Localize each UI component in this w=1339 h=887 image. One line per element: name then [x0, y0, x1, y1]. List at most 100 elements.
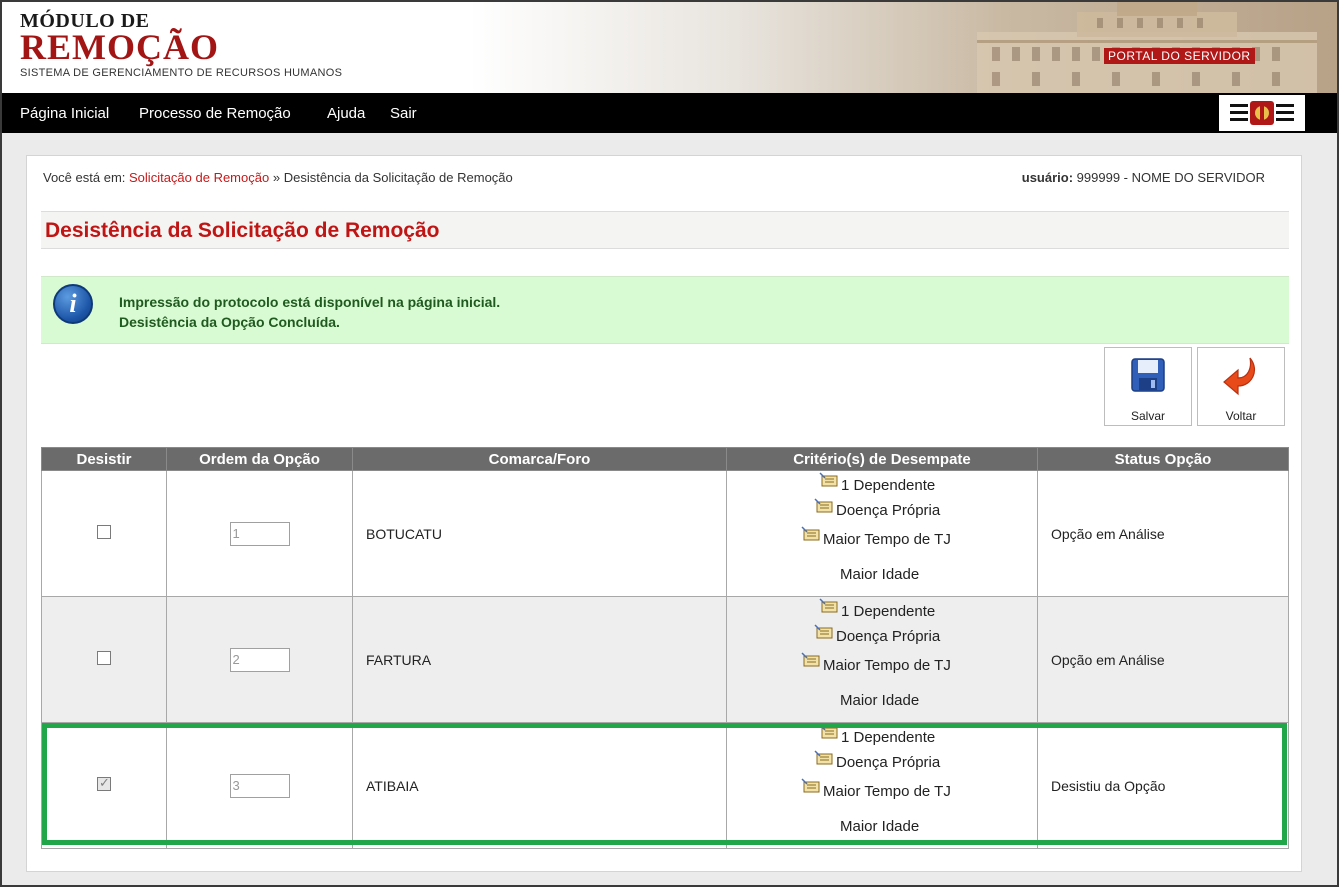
nav-item-ajuda[interactable]: Ajuda [327, 105, 365, 122]
main-nav: Página Inicial Processo de Remoção Ajuda… [2, 93, 1337, 133]
criteria-label: 1 Dependente [841, 476, 936, 494]
floppy-disk-icon [1131, 358, 1165, 392]
criteria-label: Doença Própria [836, 501, 941, 519]
title-bar: Desistência da Solicitação de Remoção [41, 211, 1289, 249]
criteria-item: Maior Idade [840, 818, 919, 835]
header-status: Status Opção [1037, 447, 1289, 471]
desistir-checkbox[interactable] [97, 525, 111, 539]
logo-subtitle: SISTEMA DE GERENCIAMENTO DE RECURSOS HUM… [20, 67, 343, 79]
breadcrumb-separator: » [272, 170, 281, 185]
criteria-item: Maior Idade [840, 692, 919, 709]
back-button[interactable]: Voltar [1197, 347, 1285, 426]
nav-item-processo-remocao[interactable]: Processo de Remoção [139, 105, 291, 122]
criteria-document-icon [814, 623, 834, 642]
ordem-cell: 1 [166, 470, 353, 597]
comarca-cell: FARTURA [352, 596, 727, 723]
info-message-line1: Impressão do protocolo está disponível n… [119, 294, 501, 310]
criteria-item: Doença Própria [814, 623, 941, 645]
desistir-checkbox[interactable] [97, 651, 111, 665]
criterios-cell: 1 Dependente Doença Própria Maior Tempo de… [726, 596, 1038, 723]
criteria-document-icon [814, 749, 834, 768]
info-message-text: Impressão do protocolo está disponível n… [119, 292, 500, 332]
criteria-label: Doença Própria [836, 753, 941, 771]
breadcrumb-link-solicitacao[interactable]: Solicitação de Remoção [129, 170, 269, 185]
options-table: Desistir Ordem da Opção Comarca/Foro Cri… [41, 447, 1289, 849]
criterios-cell: 1 Dependente Doença Própria Maior Tempo de… [726, 470, 1038, 597]
ordem-input[interactable]: 1 [229, 521, 290, 546]
criterios-cell: 1 Dependente Doença Própria Maior Tempo de… [726, 722, 1038, 849]
criteria-item: Maior Tempo de TJ [801, 777, 951, 800]
table-header-row: Desistir Ordem da Opção Comarca/Foro Cri… [41, 447, 1289, 471]
criteria-label: Maior Idade [840, 691, 920, 709]
criteria-item: 1 Dependente [819, 471, 936, 494]
criteria-label: Doença Própria [836, 627, 941, 645]
status-cell: Opção em Análise [1037, 596, 1289, 723]
criteria-label: 1 Dependente [841, 602, 936, 620]
criteria-item: Maior Tempo de TJ [801, 525, 951, 548]
portal-servidor-link[interactable]: PORTAL DO SERVIDOR [1104, 48, 1255, 64]
criteria-document-icon [819, 597, 839, 617]
tj-emblem-icon [1230, 101, 1294, 125]
info-message-line2: Desistência da Opção Concluída. [119, 314, 340, 330]
comarca-cell: ATIBAIA [352, 722, 727, 849]
criteria-document-icon [819, 471, 839, 491]
info-message-box: i Impressão do protocolo está disponível… [41, 276, 1289, 344]
user-value: 999999 - NOME DO SERVIDOR [1076, 170, 1265, 185]
criteria-list: 1 Dependente Doença Própria Maior Tempo de… [727, 471, 1037, 596]
breadcrumb: Você está em: Solicitação de Remoção » D… [43, 170, 513, 185]
content-panel: Você está em: Solicitação de Remoção » D… [26, 155, 1302, 872]
breadcrumb-current: Desistência da Solicitação de Remoção [283, 170, 513, 185]
info-icon: i [53, 284, 93, 324]
save-button[interactable]: Salvar [1104, 347, 1192, 426]
table-row: 2 FARTURA 1 Dependente Doença Própria Maior … [41, 596, 1289, 723]
criteria-document-icon [801, 525, 821, 545]
page-title: Desistência da Solicitação de Remoção [45, 219, 440, 242]
breadcrumb-prefix: Você está em: [43, 170, 126, 185]
criteria-label: Maior Tempo de TJ [823, 530, 951, 548]
desistir-cell [41, 596, 167, 723]
criteria-item: 1 Dependente [819, 723, 936, 746]
table-row: 1 BOTUCATU 1 Dependente Doença Própria Maior… [41, 470, 1289, 597]
desistir-cell [41, 722, 167, 849]
comarca-cell: BOTUCATU [352, 470, 727, 597]
status-cell: Desistiu da Opção [1037, 722, 1289, 849]
criteria-label: Maior Tempo de TJ [823, 782, 951, 800]
criteria-label: 1 Dependente [841, 728, 936, 746]
criteria-document-icon [819, 723, 839, 743]
status-cell: Opção em Análise [1037, 470, 1289, 597]
save-button-label: Salvar [1130, 409, 1165, 423]
nav-item-home[interactable]: Página Inicial [20, 105, 109, 122]
header-ordem: Ordem da Opção [166, 447, 353, 471]
desistir-checkbox[interactable] [97, 775, 111, 791]
criteria-label: Maior Idade [840, 565, 920, 583]
ordem-cell: 3 [166, 722, 353, 849]
criteria-label: Maior Tempo de TJ [823, 656, 951, 674]
back-arrow-icon [1223, 357, 1255, 396]
criteria-document-icon [801, 651, 821, 671]
header-comarca: Comarca/Foro [352, 447, 727, 471]
ordem-input[interactable]: 2 [229, 647, 290, 672]
criteria-item: Maior Idade [840, 566, 919, 583]
site-header: MÓDULO DE REMOÇÃO SISTEMA DE GERENCIAMEN… [2, 2, 1337, 93]
ordem-cell: 2 [166, 596, 353, 723]
tj-emblem-logo [1219, 95, 1305, 131]
criteria-label: Maior Idade [840, 817, 920, 835]
user-info: usuário: 999999 - NOME DO SERVIDOR [1022, 170, 1265, 185]
logo-title-main: REMOÇÃO [20, 27, 219, 67]
criteria-item: Doença Própria [814, 497, 941, 519]
desistir-cell [41, 470, 167, 597]
app-window: MÓDULO DE REMOÇÃO SISTEMA DE GERENCIAMEN… [0, 0, 1339, 887]
header-criterios: Critério(s) de Desempate [726, 447, 1038, 471]
header-desistir: Desistir [41, 447, 167, 471]
criteria-list: 1 Dependente Doença Própria Maior Tempo de… [727, 597, 1037, 722]
table-row: 3 ATIBAIA 1 Dependente Doença Própria Maior … [41, 722, 1289, 849]
back-button-label: Voltar [1225, 409, 1257, 423]
nav-item-sair[interactable]: Sair [390, 105, 417, 122]
criteria-list: 1 Dependente Doença Própria Maior Tempo de… [727, 723, 1037, 848]
criteria-document-icon [801, 777, 821, 797]
ordem-input[interactable]: 3 [229, 773, 290, 798]
criteria-document-icon [814, 497, 834, 516]
user-label: usuário: [1021, 170, 1074, 185]
criteria-item: 1 Dependente [819, 597, 936, 620]
criteria-item: Doença Própria [814, 749, 941, 771]
